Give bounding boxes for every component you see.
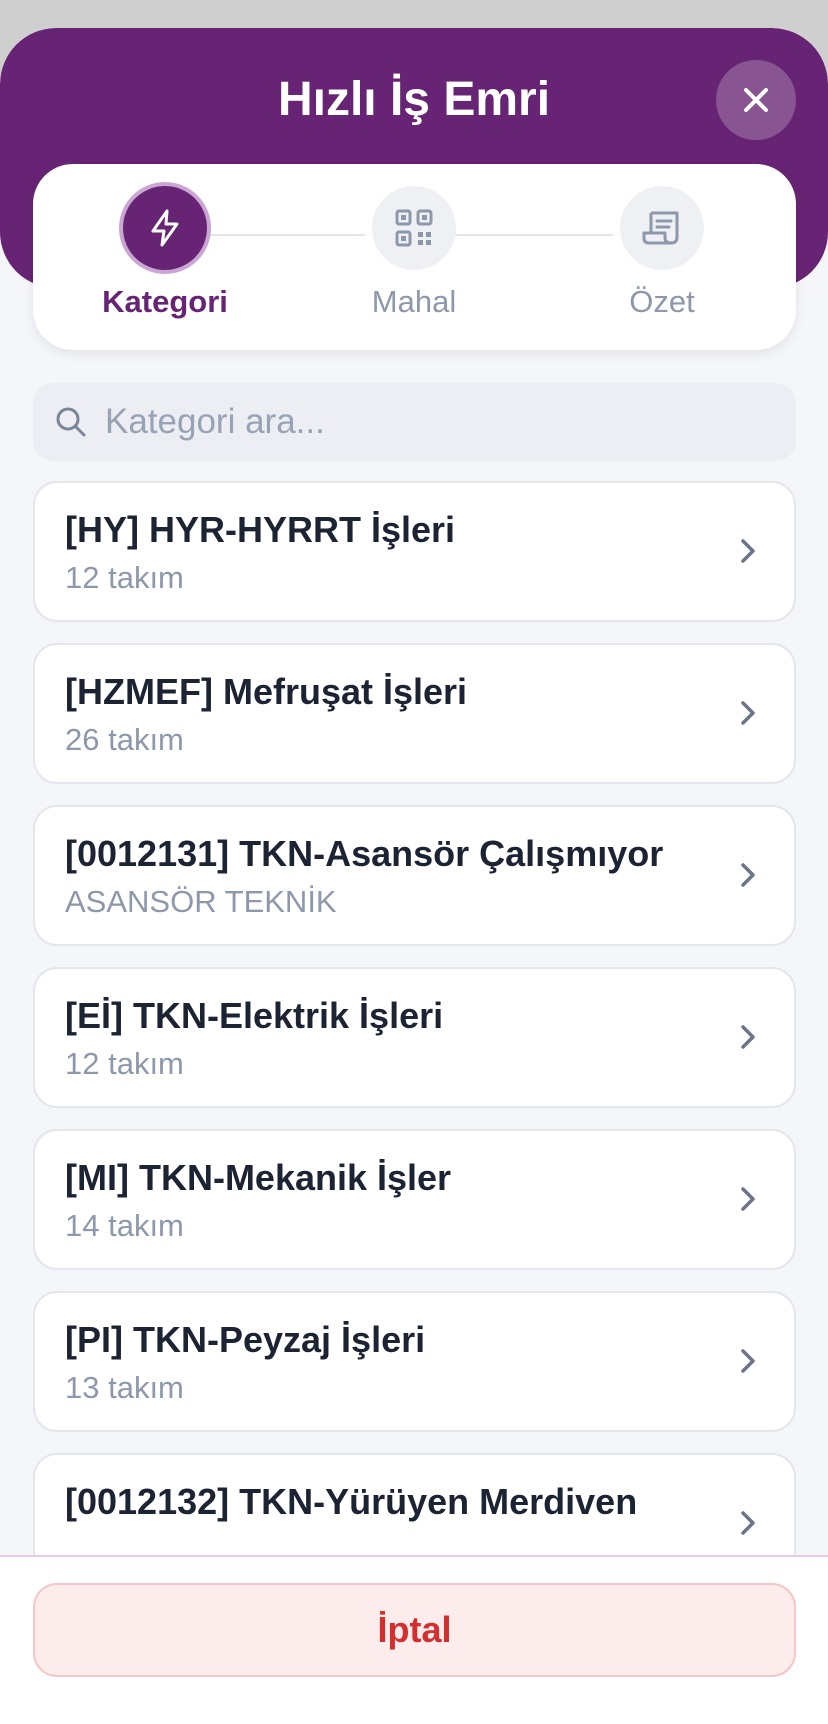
- step-ozet[interactable]: Özet: [562, 186, 762, 320]
- category-title: [MI] TKN-Mekanik İşler: [65, 1157, 452, 1198]
- chevron-right-icon: [741, 1511, 755, 1535]
- category-subtitle: 26 takım: [65, 722, 184, 757]
- search-input[interactable]: [105, 402, 745, 442]
- step-label: Kategori: [102, 284, 228, 319]
- chevron-right-icon: [741, 863, 755, 887]
- category-title: [HZMEF] Mefruşat İşleri: [65, 671, 468, 712]
- qr-code-icon: [395, 209, 433, 247]
- quick-work-order-sheet: Hızlı İş Emri Kategori Mahal Özet Katego…: [0, 28, 828, 1724]
- chevron-right-icon: [741, 701, 755, 725]
- step-circle: [372, 186, 456, 270]
- step-label: Özet: [629, 284, 695, 319]
- category-item[interactable]: [HY] HYR-HYRRT İşleri 12 takım: [33, 481, 796, 622]
- close-icon: [744, 88, 768, 112]
- cancel-button[interactable]: İptal: [33, 1583, 796, 1677]
- category-subtitle: 13 takım: [65, 1370, 184, 1405]
- step-label: Mahal: [371, 284, 457, 319]
- search-icon: [56, 407, 86, 437]
- close-button[interactable]: [716, 60, 796, 140]
- bolt-icon: [151, 209, 179, 247]
- footer: İptal: [0, 1555, 828, 1724]
- step-mahal[interactable]: Mahal: [314, 186, 514, 320]
- chevron-right-icon: [741, 1349, 755, 1373]
- category-item[interactable]: [0012131] TKN-Asansör Çalışmıyor ASANSÖR…: [33, 805, 796, 946]
- category-item[interactable]: [HZMEF] Mefruşat İşleri 26 takım: [33, 643, 796, 784]
- search-bar: [33, 383, 796, 461]
- category-subtitle: 12 takım: [65, 1046, 184, 1081]
- category-title: [Eİ] TKN-Elektrik İşleri: [65, 995, 444, 1036]
- category-list: [HY] HYR-HYRRT İşleri 12 takım [HZMEF] M…: [33, 481, 796, 1615]
- chevron-right-icon: [741, 1187, 755, 1211]
- step-circle: [620, 186, 704, 270]
- category-subtitle: 12 takım: [65, 560, 184, 595]
- chevron-right-icon: [741, 1025, 755, 1049]
- category-title: [0012131] TKN-Asansör Çalışmıyor: [65, 833, 664, 874]
- category-item[interactable]: [MI] TKN-Mekanik İşler 14 takım: [33, 1129, 796, 1270]
- stepper: Kategori Mahal Özet: [33, 164, 796, 350]
- category-title: [HY] HYR-HYRRT İşleri: [65, 509, 456, 550]
- step-kategori[interactable]: Kategori: [65, 186, 265, 320]
- category-item[interactable]: [PI] TKN-Peyzaj İşleri 13 takım: [33, 1291, 796, 1432]
- category-item[interactable]: [Eİ] TKN-Elektrik İşleri 12 takım: [33, 967, 796, 1108]
- category-subtitle: ASANSÖR TEKNİK: [65, 884, 337, 919]
- category-title: [0012132] TKN-Yürüyen Merdiven: [65, 1481, 638, 1522]
- category-title: [PI] TKN-Peyzaj İşleri: [65, 1319, 426, 1360]
- category-subtitle: 14 takım: [65, 1208, 184, 1243]
- page-title: Hızlı İş Emri: [277, 73, 551, 126]
- receipt-icon: [642, 211, 679, 245]
- step-circle: [123, 186, 207, 270]
- chevron-right-icon: [741, 539, 755, 563]
